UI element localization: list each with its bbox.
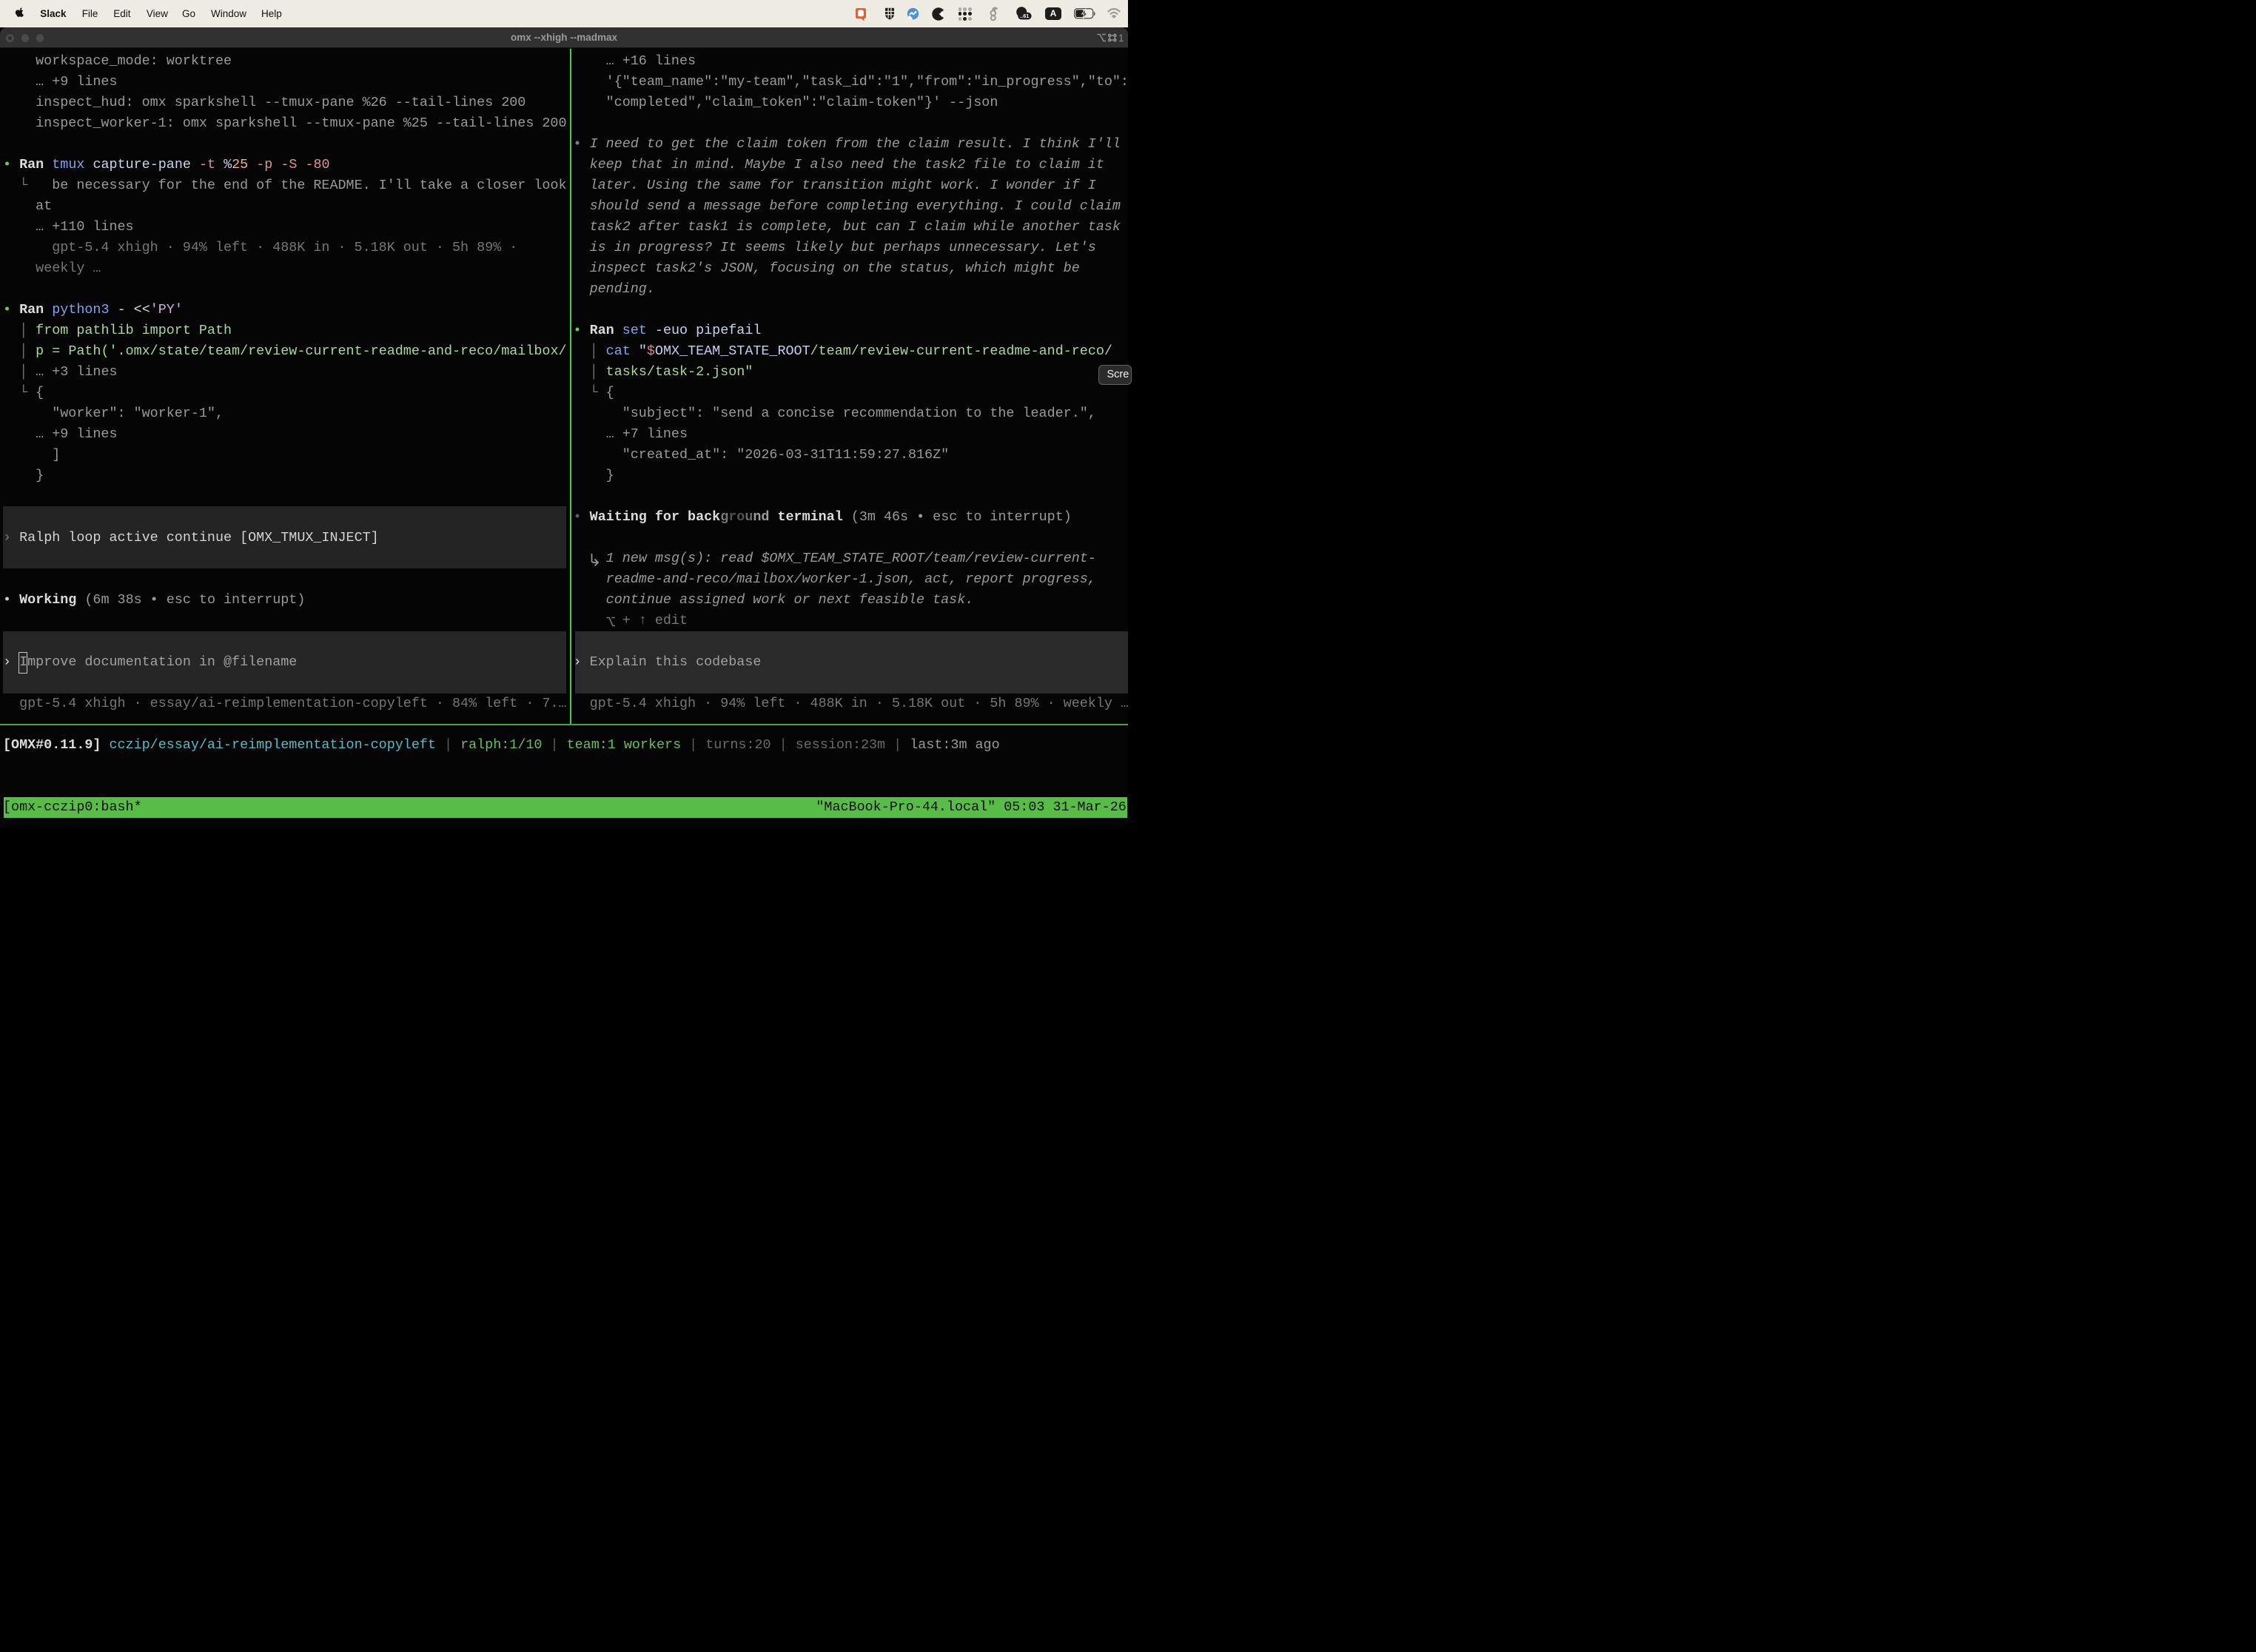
svg-text:..61: ..61 xyxy=(1020,13,1029,19)
